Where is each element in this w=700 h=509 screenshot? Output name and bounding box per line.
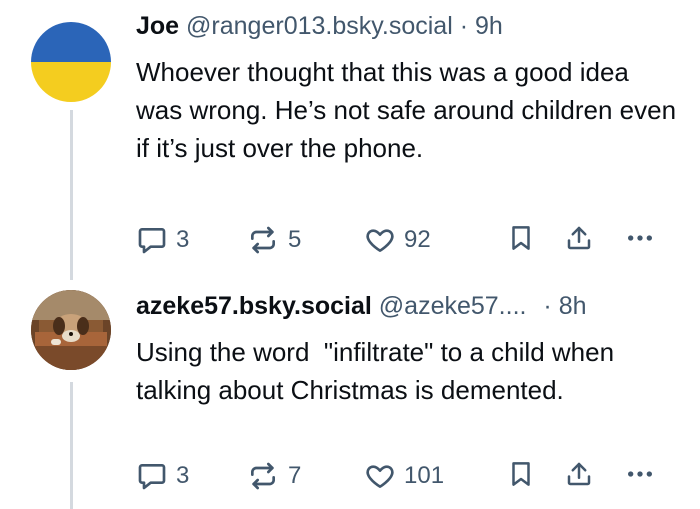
- more-icon: [628, 471, 652, 477]
- bookmark-icon: [512, 226, 530, 250]
- post-2[interactable]: azeke57.bsky.social @azeke57.... · 8h Us…: [0, 280, 700, 509]
- repost-count: 5: [288, 226, 302, 253]
- like-count: 101: [404, 462, 445, 489]
- thread-line: [70, 110, 73, 280]
- bookmark-button[interactable]: [506, 458, 536, 490]
- dog-photo: [31, 290, 111, 370]
- thread-line: [70, 382, 73, 509]
- like-icon: [366, 229, 394, 252]
- repost-icon: [251, 226, 275, 254]
- handle[interactable]: @ranger013.bsky.social: [186, 12, 453, 40]
- post-header: azeke57.bsky.social @azeke57.... · 8h: [136, 290, 587, 322]
- reply-button[interactable]: 3: [136, 222, 189, 258]
- post-text: Using the word "infiltrate" to a child w…: [136, 337, 622, 405]
- reply-count: 3: [176, 462, 190, 489]
- like-count: 92: [404, 226, 431, 253]
- post-text: Whoever thought that this was a good ide…: [136, 57, 677, 163]
- repost-button[interactable]: 7: [246, 458, 301, 494]
- post-actions: 3 5 92: [136, 222, 666, 258]
- reply-icon: [138, 228, 166, 254]
- handle[interactable]: @azeke57....: [379, 292, 527, 320]
- like-button[interactable]: 92: [364, 222, 431, 258]
- repost-button[interactable]: 5: [246, 222, 301, 258]
- more-button[interactable]: [624, 222, 656, 254]
- display-name[interactable]: azeke57.bsky.social: [136, 292, 372, 320]
- post-1[interactable]: Joe @ranger013.bsky.social · 9h Whoever …: [0, 0, 700, 290]
- post-header: Joe @ranger013.bsky.social · 9h: [136, 10, 503, 42]
- separator: ·: [543, 292, 552, 320]
- bookmark-button[interactable]: [506, 222, 536, 254]
- post-actions: 3 7 101: [136, 458, 666, 494]
- reply-icon: [138, 464, 166, 490]
- share-button[interactable]: [564, 222, 594, 254]
- share-icon: [567, 226, 591, 250]
- separator: ·: [459, 12, 469, 40]
- share-icon: [567, 462, 591, 486]
- more-button[interactable]: [624, 458, 656, 490]
- post-time[interactable]: 9h: [475, 12, 503, 40]
- bookmark-icon: [512, 462, 530, 486]
- reply-button[interactable]: 3: [136, 458, 189, 494]
- reply-count: 3: [176, 226, 190, 253]
- share-button[interactable]: [564, 458, 594, 490]
- avatar-ukraine-flag[interactable]: [31, 22, 111, 102]
- post-time[interactable]: 8h: [559, 292, 587, 320]
- repost-count: 7: [288, 462, 302, 489]
- like-icon: [366, 465, 394, 488]
- like-button[interactable]: 101: [364, 458, 444, 494]
- display-name[interactable]: Joe: [136, 12, 179, 40]
- more-icon: [628, 235, 652, 241]
- avatar-dog-photo[interactable]: [31, 290, 111, 370]
- repost-icon: [251, 462, 275, 490]
